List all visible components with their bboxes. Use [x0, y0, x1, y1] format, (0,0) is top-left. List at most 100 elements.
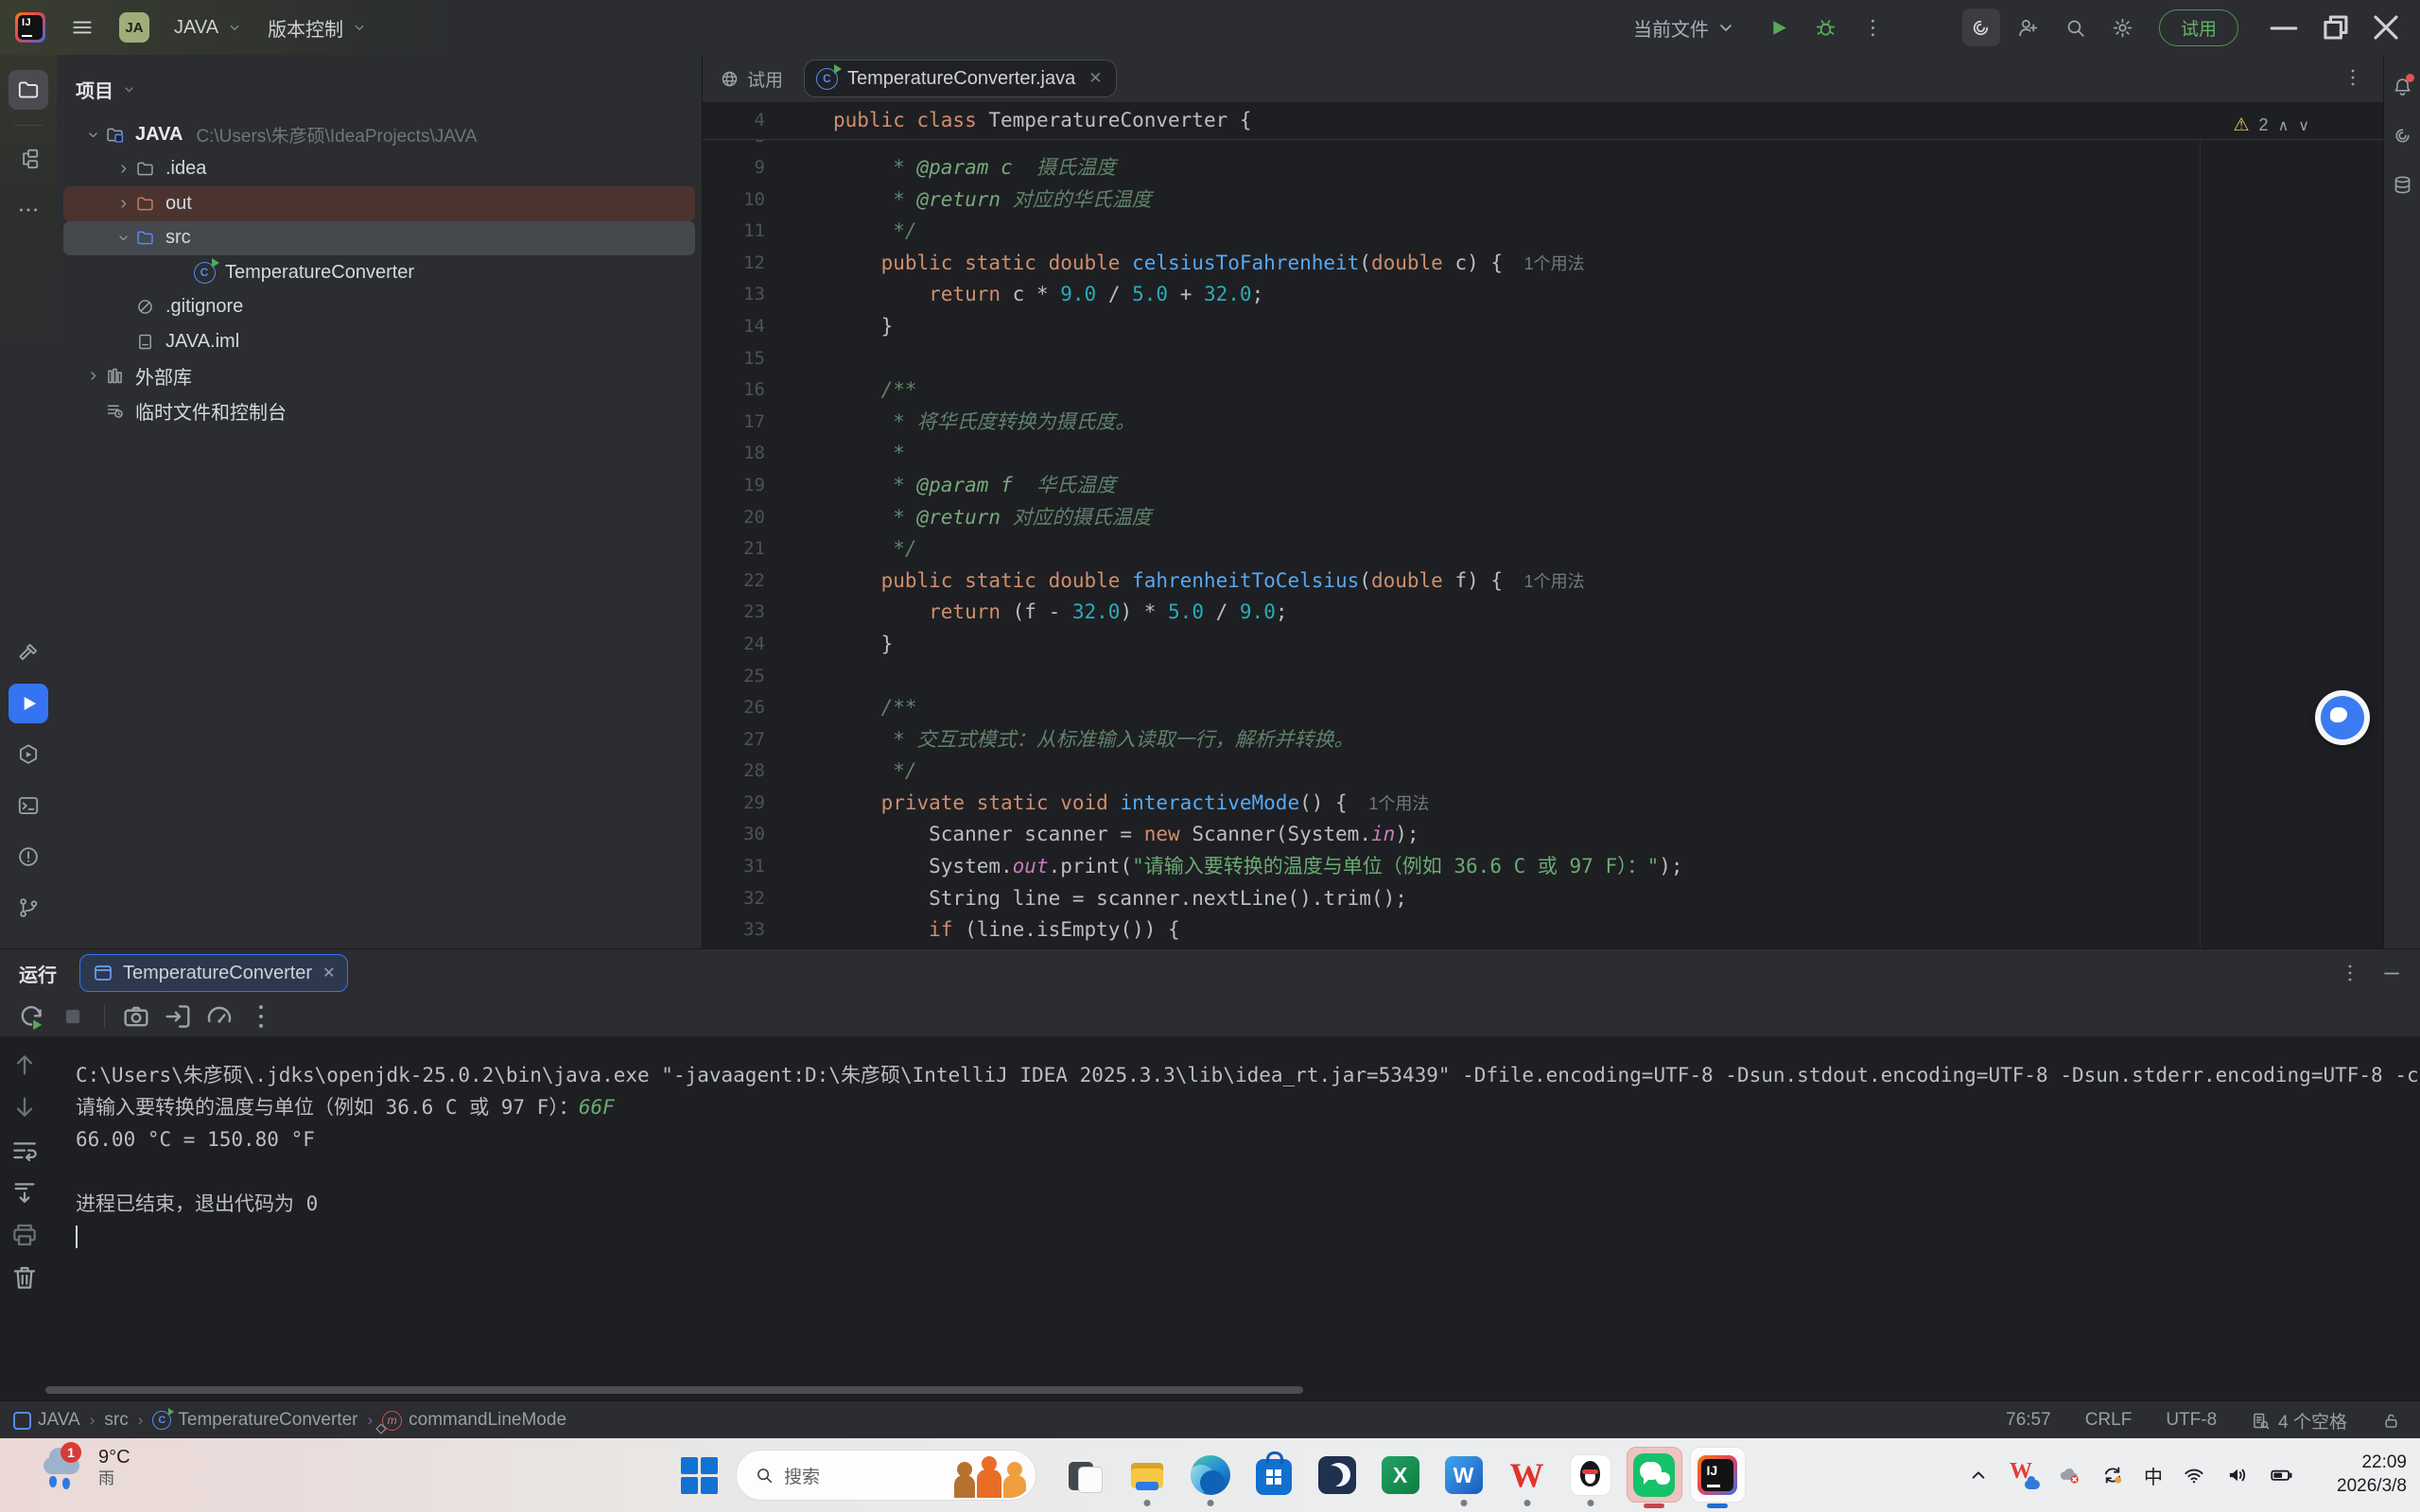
code-line-28[interactable]: 28 */ [703, 756, 2383, 788]
scroll-end-icon[interactable] [9, 1177, 40, 1208]
breadcrumb-item-java[interactable]: JAVA [13, 1410, 80, 1431]
project-avatar[interactable]: JA [119, 12, 149, 43]
file-encoding[interactable]: UTF-8 [2166, 1410, 2217, 1431]
tree-item-java[interactable]: JAVAC:\Users\朱彦硕\IdeaProjects\JAVA [63, 117, 695, 152]
taskbar-app-word[interactable]: W [1432, 1438, 1495, 1512]
trial-badge[interactable]: 试用 [2159, 9, 2238, 46]
chevron-right-icon[interactable] [113, 196, 133, 212]
tree-item-out[interactable]: out [63, 186, 695, 221]
editor-options-kebab-icon[interactable] [2342, 66, 2364, 89]
printer-icon[interactable] [9, 1220, 40, 1250]
readonly-lock-icon[interactable] [2381, 1411, 2401, 1431]
run-tab-temperatureconverter[interactable]: TemperatureConverter ✕ [79, 954, 348, 992]
more-tool-windows-icon[interactable] [9, 190, 48, 230]
main-menu-icon[interactable] [70, 15, 95, 40]
console-output[interactable]: C:\Users\朱彦硕\.jdks\openjdk-25.0.2\bin\ja… [49, 1036, 2420, 1401]
run-options-kebab-icon[interactable] [2339, 962, 2361, 984]
code-line-20[interactable]: 20 * @return 对应的摄氏温度 [703, 502, 2383, 534]
code-line-19[interactable]: 19 * @param f 华氏温度 [703, 470, 2383, 502]
tree-item-java-iml[interactable]: JAVA.iml [63, 324, 695, 359]
structure-tool-button[interactable] [9, 139, 48, 179]
notifications-bell-icon[interactable] [2386, 70, 2418, 102]
code-line-12[interactable]: 12 public static double celsiusToFahrenh… [703, 248, 2383, 280]
code-with-me-button[interactable] [2010, 9, 2047, 46]
chevron-right-icon[interactable] [82, 368, 103, 384]
console-horizontal-scrollbar[interactable] [45, 1386, 1303, 1394]
taskbar-app-qq[interactable] [1558, 1438, 1622, 1512]
trash-icon[interactable] [9, 1262, 40, 1293]
code-line-11[interactable]: 11 */ [703, 216, 2383, 248]
vcs-menu[interactable]: 版本控制 [268, 14, 368, 42]
tray-sync-icon[interactable] [2100, 1463, 2125, 1487]
run-tool-button[interactable] [9, 684, 48, 723]
code-line-10[interactable]: 10 * @return 对应的华氏温度 [703, 184, 2383, 217]
window-restore-button[interactable] [2314, 7, 2356, 48]
editor-tab-group[interactable]: 试用 [703, 66, 804, 92]
breadcrumb-item-temperatureconverter[interactable]: CTemperatureConverter [152, 1410, 357, 1431]
tree-item--gitignore[interactable]: .gitignore [63, 290, 695, 325]
run-config-selector[interactable]: 当前文件 [1633, 14, 1737, 42]
services-tool-button[interactable] [9, 735, 48, 774]
code-line-15[interactable]: 15 [703, 343, 2383, 375]
code-line-31[interactable]: 31 System.out.print("请输入要转换的温度与单位（例如 36.… [703, 851, 2383, 883]
breadcrumb-item-commandlinemode[interactable]: mcommandLineMode [382, 1410, 566, 1431]
chevron-right-icon[interactable] [113, 161, 133, 177]
tray-wps-cloud-icon[interactable]: W [2010, 1461, 2038, 1489]
code-line-32[interactable]: 32 String line = scanner.nextLine().trim… [703, 883, 2383, 915]
tray-onedrive-offline-icon[interactable] [2057, 1463, 2081, 1487]
gauge-button-icon[interactable] [203, 1000, 235, 1033]
ai-assistant-icon[interactable] [2386, 119, 2418, 151]
code-line-17[interactable]: 17 * 将华氏度转换为摄氏度。 [703, 407, 2383, 439]
taskbar-app-intellij-idea[interactable]: IJ [1685, 1438, 1749, 1512]
code-line-18[interactable]: 18 * [703, 438, 2383, 470]
ai-assistant-button[interactable] [1962, 9, 2000, 46]
chevron-down-icon[interactable] [113, 230, 133, 246]
terminal-tool-button[interactable] [9, 786, 48, 826]
line-separator[interactable]: CRLF [2085, 1410, 2133, 1431]
taskbar-app-edge[interactable] [1178, 1438, 1242, 1512]
caret-position[interactable]: 76:57 [2006, 1410, 2051, 1431]
debug-button[interactable] [1807, 9, 1845, 46]
breadcrumb-item-src[interactable]: src [104, 1410, 128, 1431]
database-icon[interactable] [2386, 168, 2418, 200]
code-line-29[interactable]: 29 private static void interactiveMode()… [703, 788, 2383, 820]
arrow-up-icon[interactable] [9, 1050, 40, 1080]
problems-tool-button[interactable] [9, 837, 48, 877]
code-line-27[interactable]: 27 * 交互式模式：从标准输入读取一行，解析并转换。 [703, 724, 2383, 756]
weather-widget[interactable]: 1 9°C 雨 [42, 1446, 131, 1489]
tree-item-src[interactable]: src [63, 221, 695, 256]
version-control-tool-button[interactable] [9, 888, 48, 928]
taskbar-app-wps[interactable]: W [1495, 1438, 1558, 1512]
taskbar-app-navy-app[interactable] [1305, 1438, 1368, 1512]
sticky-line[interactable]: 4public class TemperatureConverter { [703, 103, 2383, 140]
tray-battery-icon[interactable] [2269, 1463, 2293, 1487]
taskbar-app-wechat[interactable] [1622, 1438, 1685, 1512]
code-line-16[interactable]: 16 /** [703, 374, 2383, 407]
tray-chevron-up-icon[interactable] [1966, 1463, 1991, 1487]
code-line-14[interactable]: 14 } [703, 311, 2383, 343]
code-line-25[interactable]: 25 [703, 661, 2383, 693]
soft-wrap-icon[interactable] [9, 1135, 40, 1165]
tree-item--[interactable]: 外部库 [63, 359, 695, 394]
chevron-down-icon[interactable] [82, 127, 103, 143]
code-line-9[interactable]: 9 * @param c 摄氏温度 [703, 152, 2383, 184]
start-button[interactable] [673, 1450, 724, 1501]
taskbar-app-file-explorer[interactable] [1115, 1438, 1178, 1512]
code-line-21[interactable]: 21 */ [703, 533, 2383, 565]
chevron-down-icon[interactable] [121, 81, 137, 97]
project-selector[interactable]: JAVA [174, 17, 243, 39]
code-line-22[interactable]: 22 public static double fahrenheitToCels… [703, 565, 2383, 598]
run-tab-close-icon[interactable]: ✕ [322, 964, 335, 982]
stop-button-icon[interactable] [57, 1000, 89, 1033]
editor-tab-temperatureconverter[interactable]: C TemperatureConverter.java ✕ [804, 60, 1116, 97]
code-line-26[interactable]: 26 /** [703, 692, 2383, 724]
prev-problem-icon[interactable]: ∧ [2278, 116, 2289, 135]
taskbar-app-microsoft-store[interactable] [1242, 1438, 1305, 1512]
rerun-button-icon[interactable] [15, 1000, 47, 1033]
code-line-23[interactable]: 23 return (f - 32.0) * 5.0 / 9.0; [703, 597, 2383, 629]
search-everywhere-button[interactable] [2057, 9, 2095, 46]
indent-setting[interactable]: 4 个空格 [2251, 1408, 2347, 1434]
taskbar-app-excel[interactable]: X [1368, 1438, 1432, 1512]
arrow-down-icon[interactable] [9, 1092, 40, 1122]
inspections-widget[interactable]: ⚠ 2 ∧ ∨ [2234, 114, 2310, 136]
